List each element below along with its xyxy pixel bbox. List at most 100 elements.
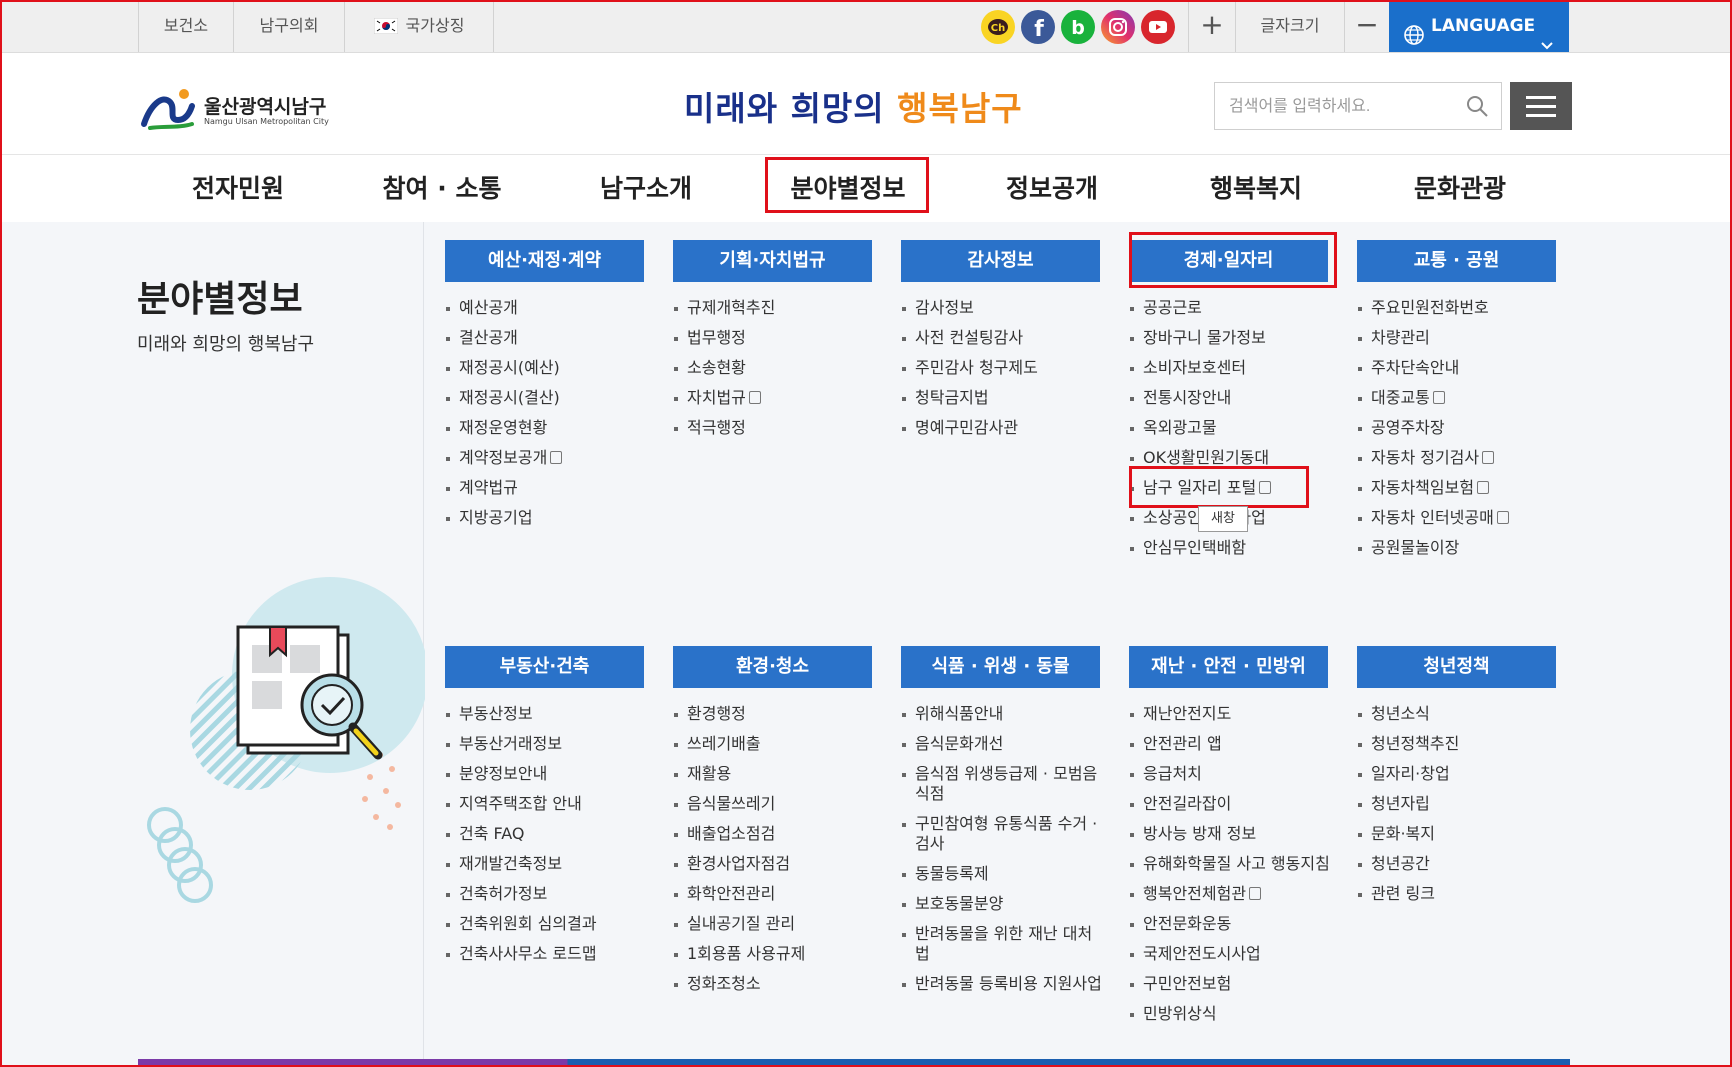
list-item[interactable]: 분양정보안내 bbox=[446, 764, 671, 784]
list-item[interactable]: 지방공기업 bbox=[446, 508, 671, 528]
youtube-icon[interactable] bbox=[1141, 10, 1175, 44]
list-item[interactable]: 위해식품안내 bbox=[902, 704, 1102, 724]
instagram-icon[interactable] bbox=[1101, 10, 1135, 44]
search-icon[interactable] bbox=[1465, 94, 1489, 122]
list-item[interactable]: 청년자립 bbox=[1358, 794, 1583, 814]
list-item[interactable]: 자동차책임보험 bbox=[1358, 478, 1583, 498]
list-item[interactable]: 안심무인택배함 bbox=[1130, 538, 1355, 558]
category-environment-title[interactable]: 환경·청소 bbox=[673, 646, 872, 688]
list-item[interactable]: 음식문화개선 bbox=[902, 734, 1102, 754]
list-item[interactable]: 장바구니 물가정보 bbox=[1130, 328, 1355, 348]
nav-field-info[interactable]: 분야별정보 bbox=[758, 155, 938, 223]
nav-info-disclosure[interactable]: 정보공개 bbox=[962, 155, 1142, 223]
list-item[interactable]: 자동차 인터넷공매 bbox=[1358, 508, 1583, 528]
hamburger-menu-button[interactable] bbox=[1510, 82, 1572, 130]
list-item[interactable]: 주요민원전화번호 bbox=[1358, 298, 1583, 318]
language-selector[interactable]: LANGUAGE bbox=[1389, 0, 1569, 52]
list-item[interactable]: 반려동물을 위한 재난 대처법 bbox=[902, 924, 1102, 964]
list-item[interactable]: 소송현황 bbox=[674, 358, 899, 378]
list-item[interactable]: 소비자보호센터 bbox=[1130, 358, 1355, 378]
list-item[interactable]: 관련 링크 bbox=[1358, 884, 1583, 904]
list-item[interactable]: 실내공기질 관리 bbox=[674, 914, 899, 934]
list-item[interactable]: 청년정책추진 bbox=[1358, 734, 1583, 754]
list-item[interactable]: 주차단속안내 bbox=[1358, 358, 1583, 378]
list-item[interactable]: 재난안전지도 bbox=[1130, 704, 1355, 724]
list-item[interactable]: 유해화학물질 사고 행동지침 bbox=[1130, 854, 1355, 874]
list-item[interactable]: 재개발건축정보 bbox=[446, 854, 671, 874]
category-food-title[interactable]: 식품 · 위생 · 동물 bbox=[901, 646, 1100, 688]
search-input[interactable] bbox=[1227, 83, 1461, 131]
zoom-in-button[interactable]: + bbox=[1188, 0, 1235, 52]
list-item[interactable]: 방사능 방재 정보 bbox=[1130, 824, 1355, 844]
list-item[interactable]: 계약법규 bbox=[446, 478, 671, 498]
category-economy-title[interactable]: 경제·일자리 bbox=[1129, 240, 1328, 282]
category-youth-title[interactable]: 청년정책 bbox=[1357, 646, 1556, 688]
list-item[interactable]: 안전문화운동 bbox=[1130, 914, 1355, 934]
facebook-icon[interactable]: f bbox=[1021, 10, 1055, 44]
list-item[interactable]: 주민감사 청구제도 bbox=[902, 358, 1127, 378]
nav-about-namgu[interactable]: 남구소개 bbox=[556, 155, 736, 223]
list-item[interactable]: 정화조청소 bbox=[674, 974, 899, 994]
list-item[interactable]: 구민안전보험 bbox=[1130, 974, 1355, 994]
list-item[interactable]: 재정운영현황 bbox=[446, 418, 671, 438]
list-item[interactable]: 일자리·창업 bbox=[1358, 764, 1583, 784]
list-item[interactable]: 재활용 bbox=[674, 764, 899, 784]
list-item[interactable]: 결산공개 bbox=[446, 328, 671, 348]
list-item[interactable]: 계약정보공개 bbox=[446, 448, 671, 468]
list-item[interactable]: 청년소식 bbox=[1358, 704, 1583, 724]
toplink-national-symbol[interactable]: 국가상징 bbox=[344, 0, 494, 52]
list-item[interactable]: 차량관리 bbox=[1358, 328, 1583, 348]
list-item[interactable]: 건축위원회 심의결과 bbox=[446, 914, 671, 934]
list-item[interactable]: 재정공시(결산) bbox=[446, 388, 671, 408]
list-item[interactable]: 보호동물분양 bbox=[902, 894, 1102, 914]
list-item[interactable]: 환경행정 bbox=[674, 704, 899, 724]
list-item[interactable]: 부동산정보 bbox=[446, 704, 671, 724]
list-item[interactable]: 건축허가정보 bbox=[446, 884, 671, 904]
list-item[interactable]: 음식점 위생등급제 · 모범음식점 bbox=[902, 764, 1102, 804]
list-item[interactable]: 행복안전체험관 bbox=[1130, 884, 1355, 904]
list-item[interactable]: 구민참여형 유통식품 수거 · 검사 bbox=[902, 814, 1102, 854]
nav-e-civil[interactable]: 전자민원 bbox=[148, 155, 328, 223]
list-item[interactable]: 화학안전관리 bbox=[674, 884, 899, 904]
list-item[interactable]: 동물등록제 bbox=[902, 864, 1102, 884]
list-item[interactable]: 공영주차장 bbox=[1358, 418, 1583, 438]
list-item[interactable]: 청년공간 bbox=[1358, 854, 1583, 874]
list-item[interactable]: 환경사업자점검 bbox=[674, 854, 899, 874]
list-item[interactable]: 국제안전도시사업 bbox=[1130, 944, 1355, 964]
nav-culture-tourism[interactable]: 문화관광 bbox=[1370, 155, 1550, 223]
list-item[interactable]: 안전길라잡이 bbox=[1130, 794, 1355, 814]
nav-welfare[interactable]: 행복복지 bbox=[1166, 155, 1346, 223]
list-item[interactable]: 문화·복지 bbox=[1358, 824, 1583, 844]
list-item[interactable]: 청탁금지법 bbox=[902, 388, 1127, 408]
blog-icon[interactable]: b bbox=[1061, 10, 1095, 44]
list-item[interactable]: 1회용품 사용규제 bbox=[674, 944, 899, 964]
list-item[interactable]: 재정공시(예산) bbox=[446, 358, 671, 378]
list-item[interactable]: 법무행정 bbox=[674, 328, 899, 348]
list-item[interactable]: 쓰레기배출 bbox=[674, 734, 899, 754]
nav-participation[interactable]: 참여 · 소통 bbox=[352, 155, 532, 223]
list-item[interactable]: 건축사사무소 로드맵 bbox=[446, 944, 671, 964]
list-item[interactable]: 자동차 정기검사 bbox=[1358, 448, 1583, 468]
category-planning-title[interactable]: 기획·자치법규 bbox=[673, 240, 872, 282]
category-realestate-title[interactable]: 부동산·건축 bbox=[445, 646, 644, 688]
namgu-logo[interactable]: 울산광역시남구 Namgu Ulsan Metropolitan City bbox=[140, 86, 340, 132]
list-item[interactable]: 전통시장안내 bbox=[1130, 388, 1355, 408]
list-item[interactable]: 음식물쓰레기 bbox=[674, 794, 899, 814]
list-item[interactable]: 대중교통 bbox=[1358, 388, 1583, 408]
list-item[interactable]: 안전관리 앱 bbox=[1130, 734, 1355, 754]
list-item[interactable]: 감사정보 bbox=[902, 298, 1127, 318]
list-item[interactable]: 명예구민감사관 bbox=[902, 418, 1127, 438]
list-item[interactable]: 공공근로 bbox=[1130, 298, 1355, 318]
list-item[interactable]: 건축 FAQ bbox=[446, 824, 671, 844]
toplink-council[interactable]: 남구의회 bbox=[233, 0, 344, 52]
list-item[interactable]: 규제개혁추진 bbox=[674, 298, 899, 318]
list-item[interactable]: OK생활민원기동대 bbox=[1130, 448, 1355, 468]
list-item[interactable]: 예산공개 bbox=[446, 298, 671, 318]
zoom-out-button[interactable]: − bbox=[1344, 0, 1389, 52]
list-item[interactable]: 공원물놀이장 bbox=[1358, 538, 1583, 558]
list-item[interactable]: 지역주택조합 안내 bbox=[446, 794, 671, 814]
list-item[interactable]: 응급처치 bbox=[1130, 764, 1355, 784]
list-item[interactable]: 자치법규 bbox=[674, 388, 899, 408]
toplink-health-center[interactable]: 보건소 bbox=[138, 0, 233, 52]
category-disaster-title[interactable]: 재난 · 안전 · 민방위 bbox=[1129, 646, 1328, 688]
